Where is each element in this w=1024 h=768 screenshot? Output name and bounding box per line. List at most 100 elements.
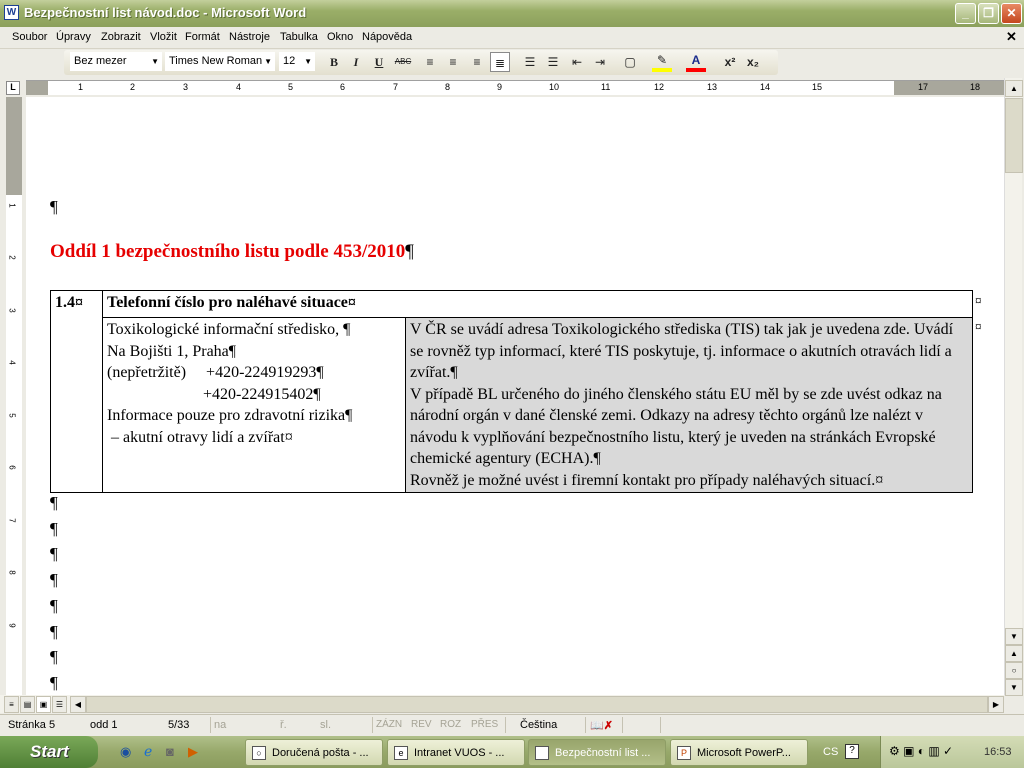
language-indicator[interactable]: CS [823,746,838,758]
calendar-quicklaunch-icon[interactable]: ◙ [166,744,174,759]
increase-indent-icon[interactable]: ⇥ [590,52,610,72]
bullet-list-icon[interactable]: ☰ [543,52,563,72]
bold-button[interactable]: B [324,52,344,72]
vruler-number: 1 [7,202,17,208]
close-document-icon[interactable]: ✕ [1006,29,1017,45]
font-value: Times New Roman [169,55,263,67]
spelling-status-icon[interactable]: 📖✗ [590,719,613,732]
horizontal-ruler[interactable]: L 1 2 3 4 5 6 7 8 9 10 11 12 13 14 15 17 18 [0,78,1024,97]
window-title: Bezpečnostní list návod.doc - Microsoft … [24,5,307,20]
outline-view-button[interactable]: ☰ [52,696,67,713]
tab-selector[interactable]: L [6,81,20,95]
status-rec[interactable]: ZÁZN [376,719,402,730]
ie-quicklaunch-icon[interactable]: ℯ [144,743,152,760]
menu-format[interactable]: Formát [185,31,220,43]
normal-view-button[interactable]: ≡ [4,696,19,713]
vertical-scrollbar[interactable]: ▲ ▼ ▲ ○ ▼ [1004,78,1023,696]
contact-line: Informace pouze pro zdravotní rizika¶ [107,407,353,424]
outlook-quicklaunch-icon[interactable]: ◉ [120,744,131,760]
web-view-button[interactable]: ▤ [20,696,35,713]
status-language[interactable]: Čeština [520,719,557,731]
scroll-up-button[interactable]: ▲ [1005,80,1023,97]
ruler-margin-top [6,97,22,195]
menu-nastroje[interactable]: Nástroje [229,31,270,43]
start-button[interactable]: Start [0,736,98,768]
taskbar: Start ◉ ℯ ◙ ▶ ○ Doručená pošta - ... e Int… [0,736,1024,768]
task-powerpoint[interactable]: P Microsoft PowerP... [670,739,808,766]
contact-cell[interactable]: Toxikologické informační středisko, ¶ Na … [102,317,406,493]
word-icon[interactable]: W [4,5,19,20]
decrease-indent-icon[interactable]: ⇤ [567,52,587,72]
subscript-icon[interactable]: x₂ [743,52,763,72]
ruler-number: 12 [654,82,665,92]
section-table[interactable]: 1.4¤ Telefonní číslo pro naléhavé situac… [50,290,973,493]
italic-button[interactable]: I [346,52,366,72]
ruler-number: 10 [549,82,560,92]
menu-zobrazit[interactable]: Zobrazit [101,31,141,43]
task-intranet[interactable]: e Intranet VUOS - ... [387,739,525,766]
menu-napoveda[interactable]: Nápověda [362,31,412,43]
menu-soubor[interactable]: Soubor [12,31,47,43]
menu-vlozit[interactable]: Vložit [150,31,177,43]
contact-line: – akutní otravy lidí a zvířat¤ [107,428,293,446]
media-player-quicklaunch-icon[interactable]: ▶ [188,744,198,760]
horizontal-scrollbar[interactable]: ≡ ▤ ▣ ☰ ◀ ▶ [0,695,1004,713]
status-extend[interactable]: ROZ [440,719,461,730]
tray-icons[interactable]: ⚙ ▣ ◐ ▥ ✓ [889,744,953,758]
underline-button[interactable]: U [369,52,389,72]
document-page[interactable]: ¶ Oddíl 1 bezpečnostního listu podle 453… [26,97,1004,695]
paragraph-mark: ¶ [405,241,414,262]
close-button[interactable]: ✕ [1001,3,1022,24]
scroll-right-button[interactable]: ▶ [988,696,1004,713]
next-page-button[interactable]: ▼ [1005,679,1023,696]
strikethrough-button[interactable]: ABC [393,52,413,72]
paragraph-mark: ¶ [50,595,58,615]
style-select[interactable]: Bez mezer ▼ [70,52,162,71]
restore-button[interactable]: ❐ [978,3,999,24]
ruler-number: 6 [340,82,346,92]
size-value: 12 [283,55,296,67]
scroll-thumb[interactable] [1005,98,1023,173]
menu-upravy[interactable]: Úpravy [56,31,91,43]
section-heading[interactable]: Oddíl 1 bezpečnostního listu podle 453/2… [50,241,414,263]
status-overtype[interactable]: PŘES [471,719,498,730]
previous-page-button[interactable]: ▲ [1005,645,1023,662]
print-view-button[interactable]: ▣ [36,696,51,713]
contact-line: (nepřetržitě) +420-224919293¶ [107,364,324,381]
browse-object-button[interactable]: ○ [1005,662,1023,679]
task-outlook[interactable]: ○ Doručená pošta - ... [245,739,383,766]
vertical-ruler[interactable]: 1 2 3 4 5 6 7 8 9 [6,97,22,695]
highlight-icon[interactable]: ✎ [652,52,672,72]
vruler-number: 4 [7,360,17,365]
paragraph-mark: ¶ [50,621,58,641]
section-title-cell[interactable]: Telefonní číslo pro naléhavé situace¤ [102,290,973,318]
task-word[interactable]: W Bezpečnostní list ... [528,739,666,766]
align-right-icon[interactable]: ≡ [467,52,487,72]
font-color-icon[interactable]: A [686,52,706,72]
vruler-number: 5 [7,412,17,418]
scroll-down-button[interactable]: ▼ [1005,628,1023,645]
justify-icon[interactable]: ≣ [490,52,510,72]
align-left-icon[interactable]: ≡ [420,52,440,72]
minimize-button[interactable]: _ [955,3,976,24]
paragraph-mark: ¶ [50,518,58,538]
align-center-icon[interactable]: ≡ [443,52,463,72]
menu-okno[interactable]: Okno [327,31,353,43]
font-size-select[interactable]: 12 ▼ [279,52,315,71]
font-select[interactable]: Times New Roman ▼ [165,52,275,71]
vruler-number: 9 [7,622,17,628]
scroll-thumb[interactable] [86,696,988,713]
guidance-paragraph: V případě BL určeného do jiného členskéh… [410,385,942,468]
status-track[interactable]: REV [411,719,432,730]
scroll-left-button[interactable]: ◀ [70,696,86,713]
borders-icon[interactable]: ▢ [620,52,640,72]
clock[interactable]: 16:53 [984,746,1012,758]
section-number-cell[interactable]: 1.4¤ [50,290,103,493]
guidance-cell[interactable]: V ČR se uvádí adresa Toxikologického stř… [405,317,973,493]
contact-line: Na Bojišti 1, Praha¶ [107,342,237,360]
numbered-list-icon[interactable]: ☰ [520,52,540,72]
status-column: sl. [320,719,331,731]
help-icon[interactable]: ? [845,744,859,759]
menu-tabulka[interactable]: Tabulka [280,31,318,43]
superscript-icon[interactable]: x² [720,52,740,72]
